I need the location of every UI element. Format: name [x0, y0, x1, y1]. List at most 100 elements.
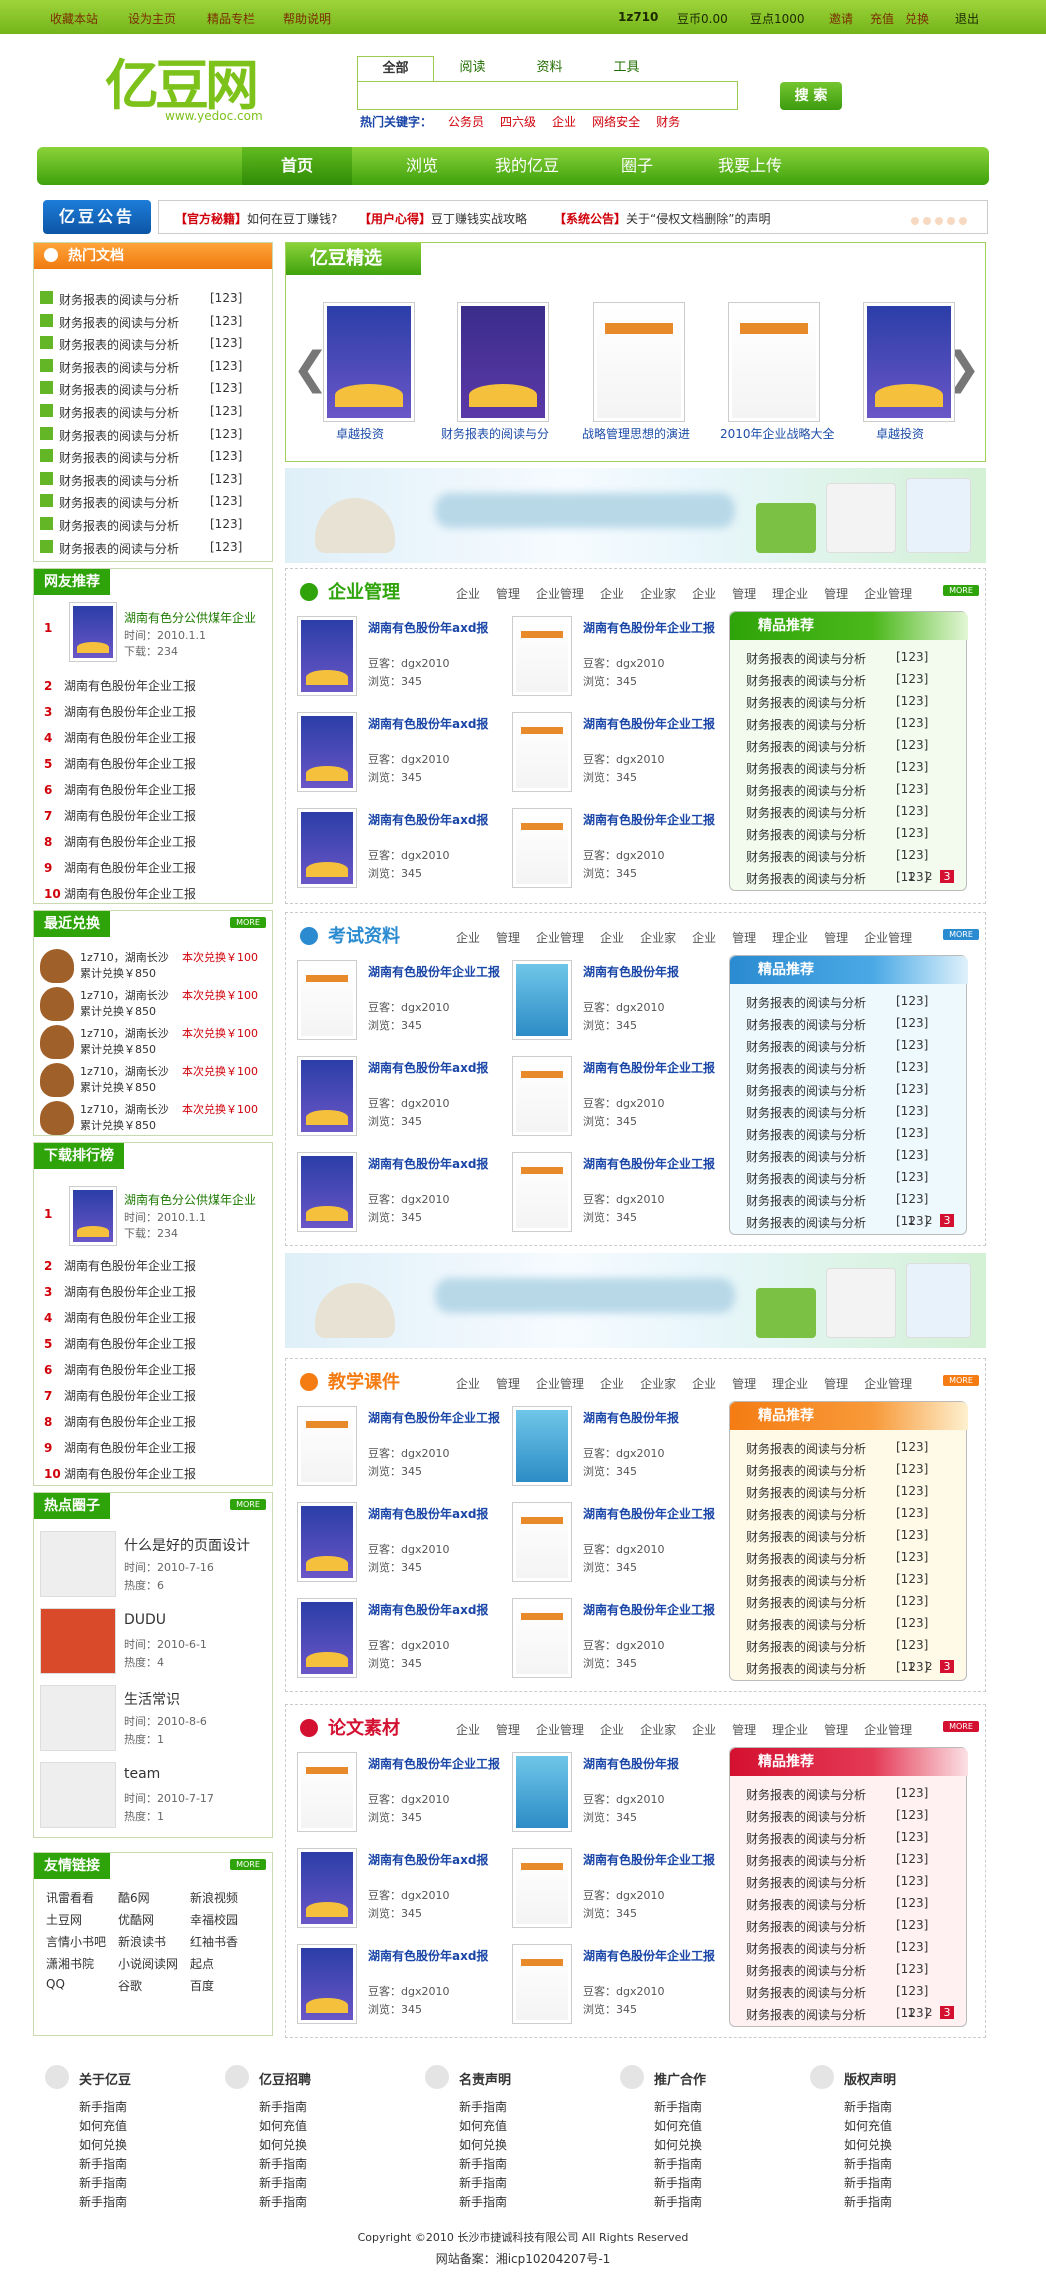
avatar[interactable] [40, 987, 74, 1021]
recommend-item[interactable]: 财务报表的阅读与分析 [123] [746, 672, 928, 689]
recommend-text[interactable]: 财务报表的阅读与分析 [746, 740, 866, 754]
tag-link[interactable]: 管理 [496, 1723, 520, 1737]
tag-link[interactable]: 管理 [496, 931, 520, 945]
list-item[interactable]: 财务报表的阅读与分析 [123] [40, 381, 242, 401]
footer-link[interactable]: 如何充值 [79, 2117, 127, 2134]
doc-thumbnail[interactable] [297, 1848, 357, 1928]
friend-link[interactable]: 言情小书吧 [46, 1933, 106, 1950]
friend-link[interactable]: 小说阅读网 [118, 1955, 178, 1972]
featured-thumbnail[interactable] [323, 302, 415, 422]
announcement-pager[interactable] [907, 214, 967, 228]
list-item[interactable]: 财务报表的阅读与分析 [123] [40, 426, 242, 447]
list-item[interactable]: 财务报表的阅读与分析 [123] [40, 449, 242, 469]
friend-link[interactable]: 新浪读书 [118, 1933, 166, 1950]
footer-link[interactable]: 新手指南 [259, 2174, 307, 2191]
list-item[interactable]: 9 湖南有色股份年企业工报 [44, 1439, 196, 1456]
list-item[interactable]: 2 湖南有色股份年企业工报 [44, 1257, 196, 1274]
recommend-text[interactable]: 财务报表的阅读与分析 [746, 1486, 866, 1500]
list-item[interactable]: 7 湖南有色股份年企业工报 [44, 1387, 196, 1404]
footer-link[interactable]: 如何兑换 [259, 2136, 307, 2153]
friend-link[interactable]: 百度 [190, 1977, 214, 1994]
tag-link[interactable]: 企业 [456, 1723, 480, 1737]
doc-title[interactable]: 湖南有色股份年企业工报 [64, 1363, 196, 1377]
doc-title[interactable]: 财务报表的阅读与分析 [59, 383, 179, 397]
avatar[interactable] [40, 1025, 74, 1059]
tag-link[interactable]: 管理 [732, 931, 756, 945]
more-button[interactable]: MORE [943, 585, 979, 596]
recommend-text[interactable]: 财务报表的阅读与分析 [746, 1442, 866, 1456]
doc-thumbnail[interactable] [297, 712, 357, 792]
recommend-item[interactable]: 财务报表的阅读与分析 [123] [746, 1852, 928, 1869]
doc-title[interactable]: 湖南有色股份年axd报 [368, 1505, 508, 1523]
friend-link[interactable]: 优酷网 [118, 1911, 154, 1928]
more-button[interactable]: MORE [230, 1499, 266, 1510]
recommend-text[interactable]: 财务报表的阅读与分析 [746, 1150, 866, 1164]
doc-thumbnail[interactable] [69, 1186, 117, 1246]
friend-link[interactable]: QQ [46, 1977, 65, 1991]
list-item[interactable]: 财务报表的阅读与分析 [123] [40, 358, 242, 379]
recommend-text[interactable]: 财务报表的阅读与分析 [746, 1040, 866, 1054]
page-link[interactable]: 2 [922, 870, 936, 883]
doc-item[interactable]: 湖南有色股份年axd报 豆客：dgx2010 浏览：345 [297, 712, 508, 803]
doc-thumbnail[interactable] [512, 808, 572, 888]
recommend-item[interactable]: 财务报表的阅读与分析 [123] [746, 1462, 928, 1479]
doc-item[interactable]: 湖南有色股份年axd报 豆客：dgx2010 浏览：345 [297, 1944, 508, 2035]
footer-link[interactable]: 新手指南 [259, 2193, 307, 2210]
doc-item[interactable]: 湖南有色股份年axd报 豆客：dgx2010 浏览：345 [297, 616, 508, 707]
doc-thumbnail[interactable] [297, 1152, 357, 1232]
doc-thumbnail[interactable] [297, 1598, 357, 1678]
tag-link[interactable]: 管理 [496, 1377, 520, 1391]
footer-link[interactable]: 新手指南 [459, 2098, 507, 2115]
doc-item[interactable]: 湖南有色股份年企业工报 豆客：dgx2010 浏览：345 [512, 712, 723, 803]
doc-title[interactable]: 湖南有色股份年企业工报 [583, 811, 723, 829]
section-title-text[interactable]: 企业管理 [328, 582, 400, 603]
doc-title[interactable]: 湖南有色股份年axd报 [368, 1851, 508, 1869]
tag-link[interactable]: 企业 [456, 931, 480, 945]
circle-avatar[interactable] [40, 1608, 116, 1674]
list-item[interactable]: 4 湖南有色股份年企业工报 [44, 729, 196, 746]
list-item[interactable]: 9 湖南有色股份年企业工报 [44, 859, 196, 876]
recommend-text[interactable]: 财务报表的阅读与分析 [746, 996, 866, 1010]
doc-item[interactable]: 湖南有色股份年企业工报 豆客：dgx2010 浏览：345 [512, 1152, 723, 1243]
doc-title[interactable]: 湖南有色股份年企业工报 [583, 619, 723, 637]
doc-title[interactable]: 湖南有色股份年企业工报 [64, 809, 196, 823]
tag-link[interactable]: 理企业 [772, 1377, 808, 1391]
doc-title[interactable]: 湖南有色股份年企业工报 [583, 1059, 723, 1077]
recommend-text[interactable]: 财务报表的阅读与分析 [746, 718, 866, 732]
circle-avatar[interactable] [40, 1531, 116, 1597]
doc-title[interactable]: 湖南有色股份年企业工报 [583, 1947, 723, 1965]
doc-title[interactable]: 湖南有色股份年企业工报 [64, 757, 196, 771]
doc-thumbnail[interactable] [297, 1406, 357, 1486]
page-link[interactable]: 2 [922, 2006, 936, 2019]
recommend-item[interactable]: 财务报表的阅读与分析 [123] [746, 782, 928, 799]
tag-link[interactable]: 管理 [824, 587, 848, 601]
list-item[interactable]: 10 湖南有色股份年企业工报 [44, 885, 196, 902]
recommend-item[interactable]: 财务报表的阅读与分析 [123] [746, 1528, 928, 1545]
tag-link[interactable]: 理企业 [772, 931, 808, 945]
tab-tools[interactable]: 工具 [588, 56, 665, 82]
doc-title[interactable]: 湖南有色股份年axd报 [368, 619, 508, 637]
bookmark-link[interactable]: 收藏本站 [50, 10, 98, 27]
recommend-item[interactable]: 财务报表的阅读与分析 [123] [746, 1170, 928, 1187]
footer-link[interactable]: 新手指南 [654, 2155, 702, 2172]
nav-upload[interactable]: 我要上传 [695, 147, 805, 185]
doc-thumbnail[interactable] [512, 1598, 572, 1678]
page-link[interactable]: 3 [940, 2006, 954, 2019]
netrec-top-title[interactable]: 湖南有色分公供煤年企业 [124, 609, 256, 626]
doc-item[interactable]: 湖南有色股份年报 豆客：dgx2010 浏览：345 [512, 1406, 723, 1497]
tag-link[interactable]: 企业 [692, 1377, 716, 1391]
page-link[interactable]: 1 [904, 870, 918, 883]
tag-link[interactable]: 企业管理 [864, 931, 912, 945]
doc-title[interactable]: 湖南有色股份年企业工报 [368, 1409, 508, 1427]
circle-name[interactable]: 什么是好的页面设计 [124, 1535, 250, 1555]
recommend-text[interactable]: 财务报表的阅读与分析 [746, 674, 866, 688]
doc-title[interactable]: 湖南有色股份年企业工报 [583, 1601, 723, 1619]
doc-title[interactable]: 财务报表的阅读与分析 [59, 338, 179, 352]
hot-keyword[interactable]: 网络安全 [592, 115, 640, 129]
avatar[interactable] [40, 1063, 74, 1097]
doc-title[interactable]: 财务报表的阅读与分析 [59, 496, 179, 510]
avatar[interactable] [40, 1101, 74, 1135]
footer-link[interactable]: 新手指南 [844, 2155, 892, 2172]
recommend-item[interactable]: 财务报表的阅读与分析 [123] [746, 738, 928, 755]
circle-name[interactable]: team [124, 1766, 160, 1782]
